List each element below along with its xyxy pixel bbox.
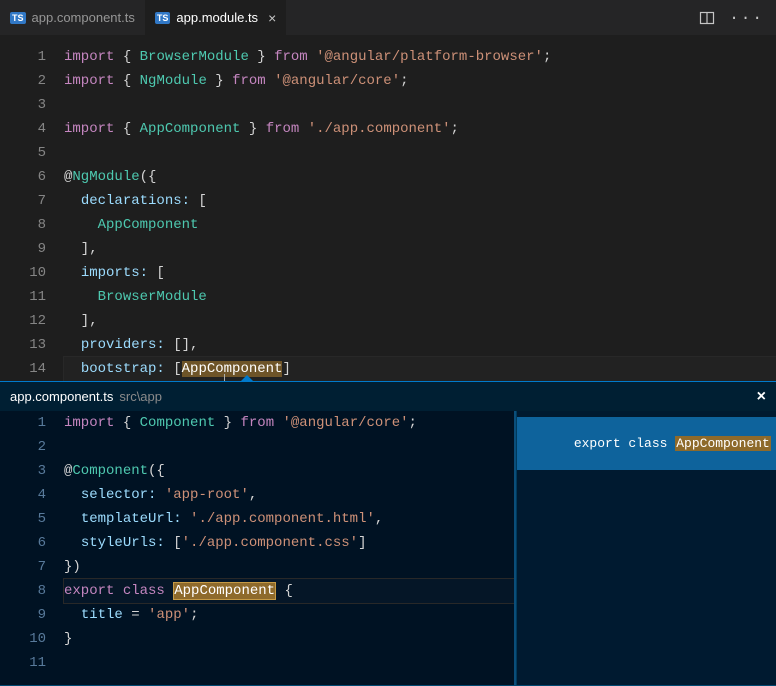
close-icon[interactable]: × xyxy=(757,388,766,406)
code-line[interactable]: }) xyxy=(64,555,514,579)
main-gutter: 1234567891011121314 xyxy=(0,45,64,381)
peek-header: app.component.ts src\app × xyxy=(0,381,776,411)
tab-app-component[interactable]: TS app.component.ts xyxy=(0,0,145,35)
tab-app-module[interactable]: TS app.module.ts × xyxy=(145,0,286,35)
ref-text: { xyxy=(771,436,776,451)
code-line[interactable]: providers: [], xyxy=(64,333,776,357)
peek-path: src\app xyxy=(119,389,162,404)
main-code[interactable]: import { BrowserModule } from '@angular/… xyxy=(64,45,776,381)
ref-text: export class xyxy=(574,436,675,451)
peek-arrow-icon xyxy=(240,375,254,382)
code-line[interactable]: } xyxy=(64,627,514,651)
code-line[interactable]: import { BrowserModule } from '@angular/… xyxy=(64,45,776,69)
peek-editor[interactable]: 1234567891011 import { Component } from … xyxy=(0,411,514,685)
peek-divider[interactable] xyxy=(514,411,516,685)
code-line[interactable] xyxy=(64,93,776,117)
code-line[interactable]: bootstrap: [AppComponent] xyxy=(64,357,776,381)
peek-references[interactable]: export class AppComponent { xyxy=(516,411,776,685)
ref-match: AppComponent xyxy=(675,436,771,451)
code-line[interactable]: import { NgModule } from '@angular/core'… xyxy=(64,69,776,93)
code-line[interactable]: styleUrls: ['./app.component.css'] xyxy=(64,531,514,555)
tabbar-actions: ··· xyxy=(699,9,776,27)
code-line[interactable]: import { Component } from '@angular/core… xyxy=(64,411,514,435)
peek-gutter: 1234567891011 xyxy=(0,411,64,685)
code-line[interactable]: selector: 'app-root', xyxy=(64,483,514,507)
typescript-icon: TS xyxy=(10,12,26,24)
code-line[interactable]: export class AppComponent { xyxy=(64,579,514,603)
code-line[interactable]: ], xyxy=(64,309,776,333)
peek-body: 1234567891011 import { Component } from … xyxy=(0,411,776,686)
split-editor-icon[interactable] xyxy=(699,10,715,26)
peek-code[interactable]: import { Component } from '@angular/core… xyxy=(64,411,514,685)
code-line[interactable] xyxy=(64,141,776,165)
code-line[interactable]: ], xyxy=(64,237,776,261)
code-line[interactable] xyxy=(64,651,514,675)
more-icon[interactable]: ··· xyxy=(729,9,764,27)
code-line[interactable]: title = 'app'; xyxy=(64,603,514,627)
tab-label: app.module.ts xyxy=(176,10,258,25)
code-line[interactable]: AppComponent xyxy=(64,213,776,237)
code-line[interactable]: @NgModule({ xyxy=(64,165,776,189)
editor-tabbar: TS app.component.ts TS app.module.ts × ·… xyxy=(0,0,776,35)
main-editor[interactable]: 1234567891011121314 import { BrowserModu… xyxy=(0,35,776,381)
code-line[interactable]: BrowserModule xyxy=(64,285,776,309)
tab-label: app.component.ts xyxy=(32,10,135,25)
peek-reference-item[interactable]: export class AppComponent { xyxy=(517,417,776,470)
code-line[interactable] xyxy=(64,435,514,459)
code-line[interactable]: declarations: [ xyxy=(64,189,776,213)
typescript-icon: TS xyxy=(155,12,171,24)
code-line[interactable]: templateUrl: './app.component.html', xyxy=(64,507,514,531)
code-line[interactable]: @Component({ xyxy=(64,459,514,483)
peek-filename: app.component.ts xyxy=(10,389,113,404)
close-icon[interactable]: × xyxy=(268,10,276,26)
code-line[interactable]: import { AppComponent } from './app.comp… xyxy=(64,117,776,141)
code-line[interactable]: imports: [ xyxy=(64,261,776,285)
